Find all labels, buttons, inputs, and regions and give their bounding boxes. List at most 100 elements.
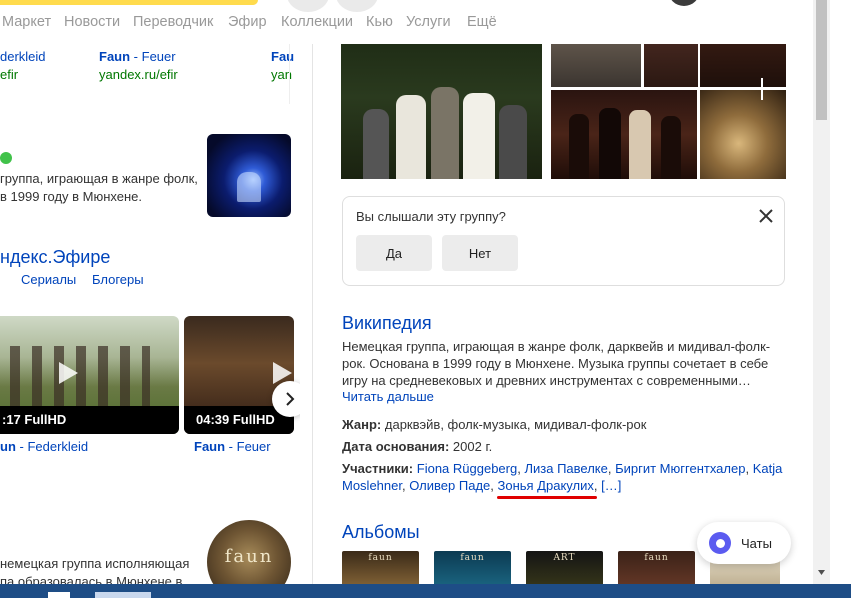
album-logo: faun <box>644 553 669 563</box>
figure <box>431 87 459 179</box>
taskbar-app[interactable] <box>95 592 151 598</box>
song-name: Federkleid <box>27 439 89 454</box>
quiz-question: Вы слышали эту группу? <box>356 209 506 224</box>
video-card[interactable]: :17 FullHD <box>0 316 179 434</box>
founded-fact: Дата основания: 2002 г. <box>342 439 492 454</box>
result-title[interactable]: derkleid <box>0 49 46 64</box>
highlight-underline <box>497 496 597 499</box>
page-scrollbar[interactable] <box>813 0 830 584</box>
member-link[interactable]: Оливер Паде <box>409 478 490 493</box>
efir-section-title[interactable]: ндекс.Эфире <box>0 247 110 268</box>
figure <box>396 95 426 179</box>
gallery-image[interactable] <box>341 30 542 179</box>
member-link[interactable]: Биргит Мюггентхалер <box>615 461 745 476</box>
nav-market[interactable]: Маркет <box>2 14 51 30</box>
concert-thumbnail[interactable] <box>207 134 291 217</box>
figure <box>629 110 651 179</box>
result-url: yandex.ru/efir <box>99 67 178 82</box>
figure <box>363 109 389 179</box>
result-url: efir <box>0 67 19 82</box>
entity-card: Вы слышали эту группу? Да Нет Википедия … <box>312 0 813 598</box>
snippet-line: в 1999 году в Мюнхене. <box>0 189 143 204</box>
genre-fact: Жанр: дарквэйв, фолк-музыка, мидивал-фол… <box>342 417 646 432</box>
member-link[interactable]: Зонья Дракулих <box>498 478 594 493</box>
fact-label: Участники: <box>342 461 414 476</box>
play-icon <box>59 362 78 384</box>
no-button[interactable]: Нет <box>442 235 518 271</box>
nav-translate[interactable]: Переводчик <box>133 14 213 30</box>
os-taskbar <box>0 584 851 598</box>
carousel-edge <box>289 44 290 104</box>
close-icon[interactable] <box>758 208 774 224</box>
snippet-line: немецкая группа исполняющая <box>0 556 190 571</box>
nav-bubble <box>336 0 378 12</box>
video-preview <box>10 346 150 406</box>
fact-label: Дата основания: <box>342 439 450 454</box>
tab-series[interactable]: Сериалы <box>21 272 76 287</box>
figure <box>569 114 589 179</box>
top-navigation: Маркет Новости Переводчик Эфир Коллекции… <box>0 0 813 44</box>
read-more-link[interactable]: Читать дальше <box>342 389 434 404</box>
album-logo: ART <box>553 553 576 563</box>
scrollbar-thumb[interactable] <box>816 0 827 120</box>
artist-name: un <box>0 439 16 454</box>
nav-bubble <box>287 0 329 12</box>
gallery-image[interactable] <box>551 90 697 179</box>
nav-services[interactable]: Услуги <box>406 14 451 30</box>
browser-viewport: { "topnav": { "items": ["Маркет", "Новос… <box>0 0 851 598</box>
user-avatar[interactable] <box>668 0 700 6</box>
members-more-link[interactable]: […] <box>601 478 621 493</box>
artist-name: Faun <box>99 49 131 64</box>
tab-bloggers[interactable]: Блогеры <box>92 272 144 287</box>
chevron-right-icon <box>286 392 295 406</box>
album-logo: faun <box>368 553 393 563</box>
fact-label: Жанр: <box>342 417 382 432</box>
chats-label: Чаты <box>741 535 772 551</box>
window-edge <box>830 0 851 598</box>
site-favicon-icon <box>0 152 12 164</box>
video-title[interactable]: Faun - Feuer <box>194 439 271 454</box>
title-sep: - <box>130 49 142 64</box>
wikipedia-title[interactable]: Википедия <box>342 313 432 334</box>
scroll-down-arrow-icon[interactable] <box>816 567 827 578</box>
quiz-card: Вы слышали эту группу? Да Нет <box>342 196 785 286</box>
figure <box>499 105 527 179</box>
taskbar-app[interactable] <box>48 592 70 598</box>
video-duration: :17 FullHD <box>0 406 179 434</box>
title-sep: - <box>225 439 237 454</box>
plus-icon[interactable] <box>749 76 775 102</box>
figure <box>463 93 495 179</box>
song-name: Feuer <box>236 439 271 454</box>
video-card[interactable]: 04:39 FullHD <box>184 316 294 434</box>
fact-value: дарквэйв, фолк-музыка, мидивал-фолк-рок <box>381 417 647 432</box>
member-link[interactable]: Лиза Павелке <box>524 461 607 476</box>
video-title[interactable]: un - Federkleid <box>0 439 88 454</box>
artist-name: Faun <box>194 439 226 454</box>
members-fact: Участники: Fiona Rüggeberg, Лиза Павелке… <box>342 461 783 493</box>
nav-collections[interactable]: Коллекции <box>281 14 353 30</box>
search-results: derkleid efir Faun - Feuer yandex.ru/efi… <box>0 44 300 598</box>
fact-value: 2002 г. <box>449 439 493 454</box>
chat-bubble-icon <box>709 532 731 554</box>
wikipedia-summary: Немецкая группа, играющая в жанре фолк, … <box>342 339 771 388</box>
album-logo: faun <box>460 553 485 563</box>
carousel-next-button[interactable] <box>272 381 300 417</box>
albums-title[interactable]: Альбомы <box>342 522 420 543</box>
nav-news[interactable]: Новости <box>64 14 120 30</box>
yes-button[interactable]: Да <box>356 235 432 271</box>
nav-more[interactable]: Ещё <box>467 14 497 30</box>
result-title-faun-feuer[interactable]: Faun - Feuer <box>99 49 176 64</box>
title-sep: - <box>15 439 28 454</box>
gallery-image[interactable] <box>700 90 786 179</box>
figure <box>599 108 621 179</box>
logo-text: faun <box>224 546 274 567</box>
figure <box>661 116 681 179</box>
chats-button[interactable]: Чаты <box>697 522 791 564</box>
nav-q[interactable]: Кью <box>366 14 393 30</box>
snippet-line: группа, играющая в жанре фолк, <box>0 171 198 186</box>
member-link[interactable]: Fiona Rüggeberg <box>417 461 517 476</box>
song-name: Feuer <box>141 49 176 64</box>
search-bar-edge <box>0 0 258 5</box>
nav-efir[interactable]: Эфир <box>228 14 267 30</box>
result-title[interactable]: Fau <box>271 49 294 64</box>
